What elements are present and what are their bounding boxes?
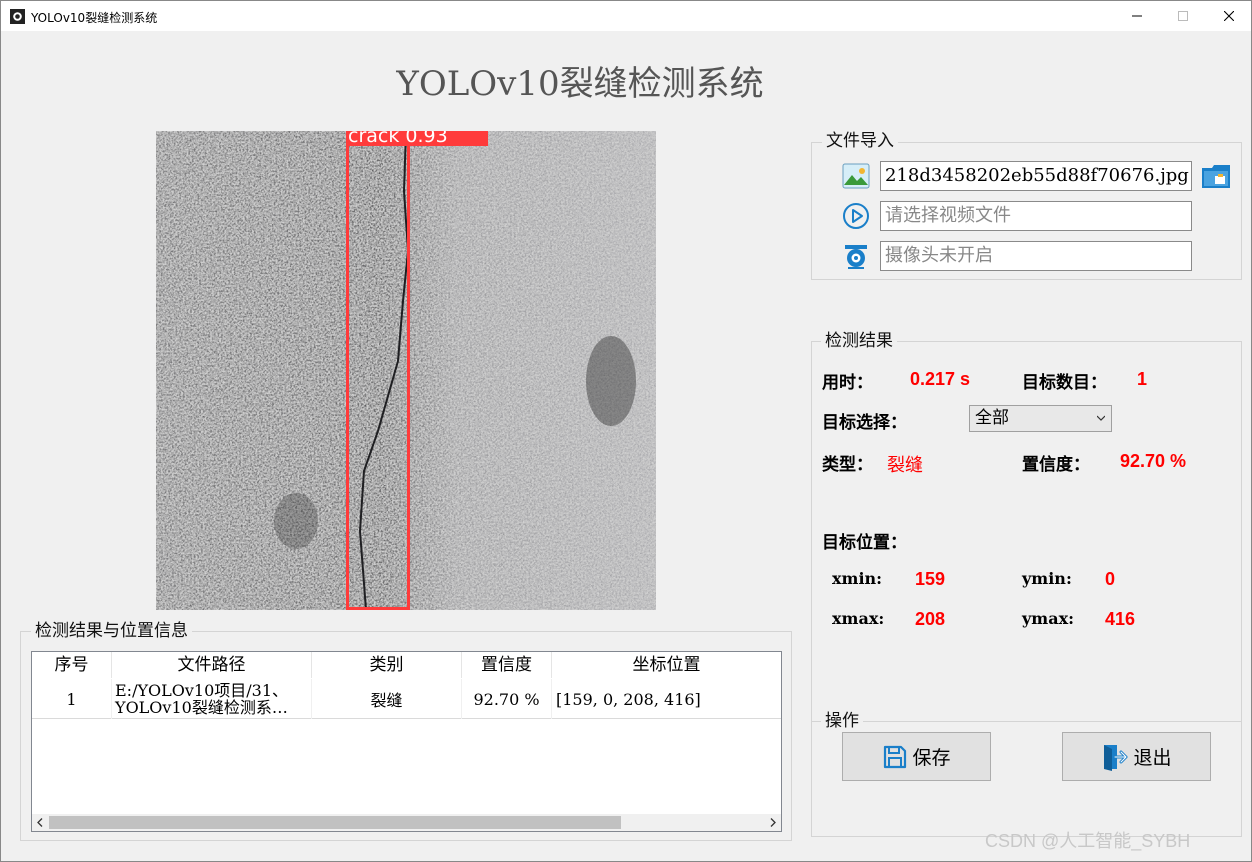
column-header-category[interactable]: 类别 [312, 652, 462, 678]
operations-title: 操作 [821, 711, 863, 731]
ymin-label: ymin: [1022, 569, 1072, 588]
type-value: 裂缝 [887, 455, 923, 476]
results-title: 检测结果 [821, 331, 897, 351]
play-icon[interactable] [842, 202, 870, 230]
cell-coords: [159, 0, 208, 416] [556, 689, 701, 709]
save-label: 保存 [912, 747, 951, 769]
ymax-value: 416 [1105, 609, 1136, 629]
count-label: 目标数目： [1022, 373, 1107, 393]
table-title: 检测结果与位置信息 [31, 621, 192, 641]
window-title: YOLOv10裂缝检测系统 [31, 11, 158, 25]
cell-category: 裂缝 [312, 679, 462, 719]
cell-path-line2: YOLOv10裂缝检测系… [115, 698, 288, 717]
exit-button[interactable]: 退出 [1062, 732, 1211, 781]
xmax-value: 208 [915, 609, 946, 629]
time-value: 0.217 s [910, 369, 971, 389]
time-label: 用时： [822, 373, 873, 393]
image-icon[interactable] [842, 163, 870, 189]
title-bar: YOLOv10裂缝检测系统 [1, 1, 1251, 31]
horizontal-scrollbar[interactable] [32, 814, 781, 831]
maximize-button[interactable] [1160, 1, 1206, 31]
detection-box [346, 131, 410, 610]
ymin-value: 0 [1105, 569, 1116, 589]
close-icon [1224, 11, 1234, 21]
confidence-label: 置信度： [1022, 455, 1090, 475]
save-icon [884, 745, 907, 768]
folder-icon[interactable] [1201, 162, 1231, 190]
target-select[interactable]: 全部 [969, 405, 1112, 432]
app-icon [10, 9, 25, 24]
scroll-left-icon[interactable] [36, 818, 44, 827]
save-button[interactable]: 保存 [842, 732, 991, 781]
video-file-field[interactable]: 请选择视频文件 [880, 201, 1192, 231]
watermark: CSDN @人工智能_SYBH [985, 831, 1191, 851]
detection-image: crack 0.93 [156, 131, 656, 610]
main-title: YOLOv10裂缝检测系统 [396, 64, 764, 104]
cell-path: E:/YOLOv10项目/31、 YOLOv10裂缝检测系… [112, 679, 312, 719]
xmin-label: xmin: [832, 569, 883, 588]
cell-path-line1: E:/YOLOv10项目/31、 [115, 681, 289, 700]
detection-label: crack 0.93 [346, 131, 488, 146]
table-row[interactable]: 1 E:/YOLOv10项目/31、 YOLOv10裂缝检测系… 裂缝 92.7… [32, 679, 781, 719]
type-label: 类型： [822, 455, 873, 475]
confidence-value: 92.70 % [1120, 451, 1187, 471]
cell-confidence: 92.70 % [462, 679, 552, 719]
target-select-label: 目标选择： [822, 413, 907, 433]
camera-icon[interactable] [842, 242, 870, 270]
scroll-right-icon[interactable] [769, 818, 777, 827]
xmin-value: 159 [915, 569, 946, 589]
exit-label: 退出 [1133, 747, 1172, 769]
cell-index: 1 [32, 679, 112, 719]
scrollbar-thumb[interactable] [49, 816, 621, 829]
exit-icon [1104, 744, 1128, 771]
close-button[interactable] [1206, 1, 1252, 31]
chevron-down-icon [1097, 415, 1105, 421]
image-file-field[interactable]: 218d3458202eb55d88f70676.jpg [880, 161, 1192, 191]
camera-field[interactable]: 摄像头未开启 [880, 241, 1192, 271]
table-header: 序号 文件路径 类别 置信度 坐标位置 [32, 652, 781, 678]
maximize-icon [1178, 11, 1188, 21]
column-header-index[interactable]: 序号 [32, 652, 112, 678]
results-table[interactable]: 序号 文件路径 类别 置信度 坐标位置 1 E:/YOLOv10项目/31、 Y… [31, 651, 782, 832]
position-label: 目标位置： [822, 533, 907, 553]
file-import-title: 文件导入 [822, 131, 898, 151]
ymax-label: ymax: [1022, 609, 1075, 628]
minimize-icon [1132, 15, 1142, 17]
minimize-button[interactable] [1114, 1, 1160, 31]
xmax-label: xmax: [832, 609, 885, 628]
count-value: 1 [1137, 369, 1148, 389]
column-header-path[interactable]: 文件路径 [112, 652, 312, 678]
column-header-coords[interactable]: 坐标位置 [552, 652, 781, 678]
column-header-confidence[interactable]: 置信度 [462, 652, 552, 678]
target-select-value: 全部 [975, 408, 1009, 428]
